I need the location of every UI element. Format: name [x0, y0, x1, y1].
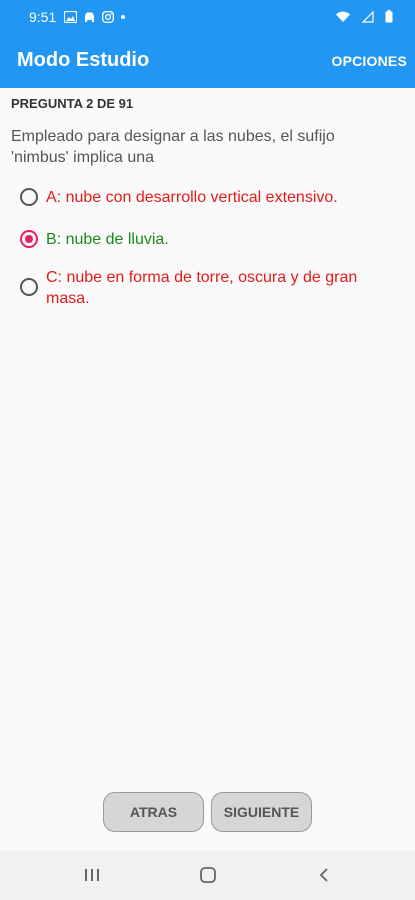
- radio-option-a[interactable]: [20, 188, 38, 206]
- system-nav-bar: [0, 850, 415, 900]
- option-b-label: B: nube de lluvia.: [46, 231, 169, 248]
- instagram-icon: [102, 10, 115, 23]
- home-icon[interactable]: [196, 864, 220, 886]
- battery-icon: [385, 10, 393, 23]
- image-icon: [64, 10, 78, 23]
- dot-icon: [120, 14, 126, 20]
- option-a[interactable]: A: nube con desarrollo vertical extensiv…: [20, 187, 400, 208]
- option-b[interactable]: B: nube de lluvia.: [20, 229, 400, 250]
- question-text: Empleado para designar a las nubes, el s…: [11, 128, 335, 166]
- question-counter: PREGUNTA 2 DE 91: [11, 96, 134, 111]
- app-bar: Modo Estudio OPCIONES: [0, 33, 415, 88]
- radio-option-b[interactable]: [20, 230, 38, 248]
- signal-icon: [362, 10, 374, 23]
- option-c[interactable]: C: nube en forma de torre, oscura y de g…: [20, 267, 400, 309]
- radio-option-c[interactable]: [20, 278, 38, 296]
- option-c-label: C: nube en forma de torre, oscura y de g…: [46, 269, 358, 307]
- page-title: Modo Estudio: [17, 49, 150, 71]
- recent-apps-icon[interactable]: [80, 864, 104, 886]
- next-button[interactable]: SIGUIENTE: [211, 792, 312, 832]
- status-bar: 9:51: [0, 0, 415, 33]
- back-button[interactable]: ATRAS: [103, 792, 204, 832]
- options-button[interactable]: OPCIONES: [331, 53, 407, 69]
- back-icon[interactable]: [312, 864, 336, 886]
- wifi-icon: [335, 11, 351, 23]
- status-time: 9:51: [29, 8, 57, 25]
- option-a-label: A: nube con desarrollo vertical extensiv…: [46, 189, 338, 206]
- car-icon: [83, 11, 96, 22]
